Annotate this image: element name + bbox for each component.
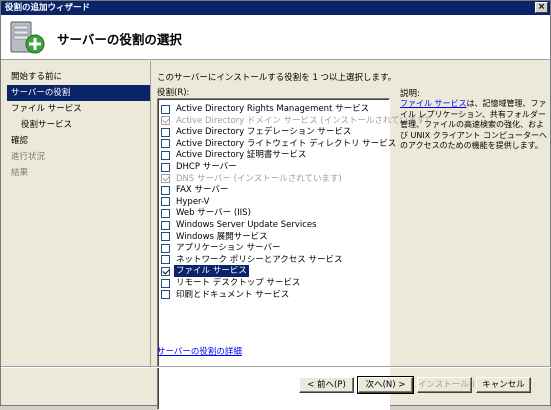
role-checkbox[interactable] bbox=[161, 185, 170, 195]
window-title: 役割の追加ウィザード bbox=[5, 3, 91, 13]
role-checkbox[interactable] bbox=[161, 150, 170, 160]
role-item[interactable]: Active Directory フェデレーション サービス bbox=[161, 126, 351, 138]
role-item[interactable]: 印刷とドキュメント サービス bbox=[161, 289, 289, 301]
role-checkbox[interactable] bbox=[161, 104, 170, 114]
wizard-header: サーバーの役割の選択 bbox=[1, 15, 550, 60]
nav-step-1[interactable]: サーバーの役割 bbox=[7, 85, 150, 101]
role-label: アプリケーション サーバー bbox=[176, 243, 281, 254]
role-checkbox[interactable] bbox=[161, 127, 170, 137]
role-label: Active Directory 証明書サービス bbox=[176, 150, 307, 161]
nav-step-0[interactable]: 開始する前に bbox=[1, 69, 150, 85]
role-checkbox[interactable] bbox=[161, 220, 170, 230]
role-item[interactable]: Active Directory 証明書サービス bbox=[161, 149, 306, 161]
role-item[interactable]: ネットワーク ポリシーとアクセス サービス bbox=[161, 254, 342, 266]
back-button[interactable]: < 前へ(P) bbox=[299, 377, 354, 393]
role-label: Active Directory ドメイン サービス (インストールされています… bbox=[176, 115, 429, 126]
role-checkbox[interactable] bbox=[161, 255, 170, 265]
role-item: DNS サーバー (インストールされています) bbox=[161, 173, 342, 185]
nav-step-2[interactable]: ファイル サービス bbox=[1, 101, 150, 117]
role-checkbox bbox=[161, 116, 170, 126]
nav-step-5: 進行状況 bbox=[11, 152, 46, 162]
button-area-divider bbox=[1, 366, 551, 368]
role-checkbox bbox=[161, 174, 170, 184]
cancel-button[interactable]: キャンセル bbox=[476, 377, 531, 393]
role-checkbox[interactable] bbox=[161, 243, 170, 253]
role-label: ファイル サービス bbox=[174, 265, 249, 278]
wizard-window: 役割の追加ウィザード × サーバーの役割の選択 開始する前に サーバーの役割 ファイ… bbox=[0, 0, 551, 410]
role-item[interactable]: FAX サーバー bbox=[161, 184, 228, 196]
role-label: Windows Server Update Services bbox=[176, 220, 317, 230]
main-content: このサーバーにインストールする役割を 1 つ以上選択します。 役割(R): Ac… bbox=[157, 69, 550, 410]
role-label: ネットワーク ポリシーとアクセス サービス bbox=[176, 254, 343, 265]
role-label: DHCP サーバー bbox=[176, 162, 237, 172]
role-checkbox[interactable] bbox=[161, 197, 170, 207]
role-checkbox[interactable] bbox=[161, 208, 170, 218]
role-item[interactable]: Windows Server Update Services bbox=[161, 219, 317, 231]
description-text: ファイル サービスは、記憶域管理、ファイル レプリケーション、共有フォルダー管理… bbox=[400, 99, 550, 152]
role-label: Web サーバー (IIS) bbox=[176, 208, 251, 219]
role-item[interactable]: Active Directory Rights Management サービス bbox=[161, 103, 369, 115]
server-add-icon bbox=[10, 21, 45, 54]
role-label: DNS サーバー (インストールされています) bbox=[176, 173, 342, 184]
next-button[interactable]: 次へ(N) > bbox=[357, 376, 414, 394]
role-item[interactable]: ファイル サービス bbox=[161, 265, 249, 278]
role-label: FAX サーバー bbox=[176, 185, 229, 196]
description-role-link[interactable]: ファイル サービス bbox=[400, 99, 467, 108]
role-checkbox[interactable] bbox=[161, 232, 170, 242]
nav-divider bbox=[150, 61, 151, 366]
role-checkbox[interactable] bbox=[161, 278, 170, 288]
role-label: 印刷とドキュメント サービス bbox=[176, 289, 290, 300]
role-checkbox[interactable] bbox=[161, 139, 170, 149]
roles-label: 役割(R): bbox=[157, 88, 190, 98]
role-checkbox[interactable] bbox=[161, 266, 170, 276]
title-bar: 役割の追加ウィザード × bbox=[1, 1, 550, 15]
role-details-link[interactable]: サーバーの役割の詳細 bbox=[157, 345, 242, 357]
nav-step-6: 結果 bbox=[11, 168, 29, 178]
nav-step-3[interactable]: 役割サービス bbox=[1, 117, 150, 133]
role-item[interactable]: Active Directory ライトウェイト ディレクトリ サービス bbox=[161, 138, 396, 150]
role-checkbox[interactable] bbox=[161, 162, 170, 172]
role-label: Windows 展開サービス bbox=[176, 231, 268, 242]
role-item[interactable]: DHCP サーバー bbox=[161, 161, 237, 173]
role-item[interactable]: リモート デスクトップ サービス bbox=[161, 277, 300, 289]
role-label: Active Directory ライトウェイト ディレクトリ サービス bbox=[176, 138, 397, 149]
roles-list[interactable]: Active Directory Rights Management サービス A… bbox=[157, 98, 429, 410]
role-label: リモート デスクトップ サービス bbox=[176, 278, 301, 288]
role-checkbox[interactable] bbox=[161, 290, 170, 300]
role-label: Active Directory Rights Management サービス bbox=[176, 104, 370, 114]
role-item[interactable]: アプリケーション サーバー bbox=[161, 242, 280, 254]
role-item: Active Directory ドメイン サービス (インストールされています… bbox=[161, 115, 429, 127]
nav-step-4[interactable]: 確認 bbox=[1, 133, 150, 149]
role-label: Active Directory フェデレーション サービス bbox=[176, 127, 352, 138]
instruction-text: このサーバーにインストールする役割を 1 つ以上選択します。 bbox=[157, 73, 397, 83]
role-item[interactable]: Hyper-V bbox=[161, 196, 209, 208]
role-item[interactable]: Web サーバー (IIS) bbox=[161, 207, 251, 219]
page-title: サーバーの役割の選択 bbox=[57, 32, 182, 47]
role-item[interactable]: Windows 展開サービス bbox=[161, 231, 268, 243]
description-label: 説明: bbox=[400, 89, 420, 99]
role-label: Hyper-V bbox=[176, 196, 210, 207]
wizard-steps-nav: 開始する前に サーバーの役割 ファイル サービス 役割サービス 確認進行状況結果 bbox=[1, 61, 150, 361]
close-button[interactable]: × bbox=[535, 2, 548, 13]
install-button[interactable]: インストール(I) bbox=[417, 377, 478, 393]
